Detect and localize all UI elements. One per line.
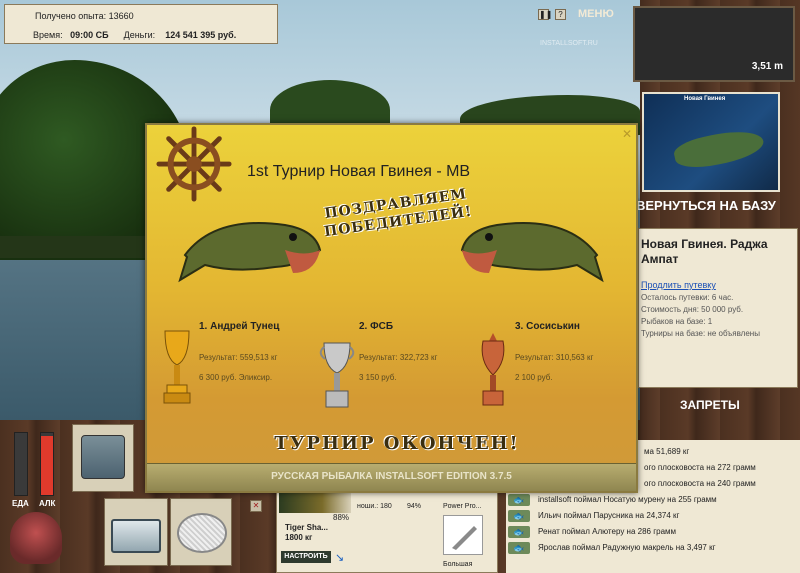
- keepnet-slot[interactable]: [170, 498, 232, 566]
- arrow-icon[interactable]: ↘: [335, 551, 344, 564]
- winner-2-name: 2. ФСБ: [359, 321, 394, 332]
- lure-icon: [452, 526, 477, 550]
- bans-button[interactable]: ЗАПРЕТЫ: [680, 398, 740, 412]
- reel-name: Power Pro...: [443, 503, 482, 510]
- rod-panel: 88% Tiger Sha... 1800 кг НАСТРОИТЬ ↘ нош…: [276, 490, 498, 573]
- ship-wheel-icon: [156, 126, 232, 202]
- experience-label: Получено опыта:: [35, 11, 107, 21]
- watermark: INSTALLSOFT.RU: [540, 40, 598, 47]
- time-label: Время:: [33, 30, 63, 40]
- lure-slot[interactable]: [443, 515, 483, 555]
- winner-3-prize: 2 100 руб.: [515, 373, 553, 382]
- tackle-box-slot[interactable]: [72, 424, 134, 492]
- cooler-icon: [111, 519, 161, 553]
- list-item: 🐟 installsoft поймал Носатую мурену на 2…: [506, 492, 800, 508]
- silver-trophy-icon: [319, 342, 355, 408]
- alcohol-gauge: [40, 432, 54, 496]
- list-item: 🐟 Ильич поймал Парусника на 24,374 кг: [506, 508, 800, 524]
- setup-button[interactable]: НАСТРОИТЬ: [281, 551, 331, 563]
- bronze-trophy-icon: [481, 333, 505, 406]
- winner-1-result: Результат: 559,513 кг: [199, 353, 278, 362]
- map-title: Новая Гвинея: [684, 96, 726, 102]
- alcohol-label: АЛК: [39, 499, 56, 508]
- rod-capacity: 1800 кг: [285, 533, 313, 542]
- money-value: 124 541 395 руб.: [165, 30, 237, 40]
- fish-icon: 🐟: [508, 494, 530, 506]
- depth-value: 3,51 m: [751, 61, 783, 72]
- location-map[interactable]: Новая Гвинея: [642, 92, 780, 192]
- time-value: 09:00 СБ: [70, 30, 109, 40]
- winner-1-name: 1. Андрей Тунец: [199, 321, 280, 332]
- list-item: 🐟 Ярослав поймал Радужную макрель на 3,4…: [506, 540, 800, 556]
- tournament-finished-banner: ТУРНИР ОКОНЧЕН!: [274, 433, 520, 454]
- day-cost: Стоимость дня: 50 000 руб.: [641, 305, 744, 314]
- permit-remaining: Осталось путевки: 6 час.: [641, 293, 734, 302]
- tournaments-status: Турниры на базе: не объявлены: [641, 329, 760, 338]
- location-info-panel: Новая Гвинея. Раджа Ампат Продлить путев…: [638, 228, 798, 388]
- rod-name: Tiger Sha...: [285, 523, 328, 532]
- food-label: ЕДА: [12, 499, 29, 508]
- help-icon[interactable]: ?: [555, 9, 566, 20]
- pike-fish-icon: [460, 222, 604, 283]
- pause-icon[interactable]: ❚❚: [538, 9, 552, 20]
- winner-1-prize: 6 300 руб. Эликсир.: [199, 373, 273, 382]
- fish-icon: 🐟: [508, 510, 530, 522]
- food-gauge: [14, 432, 28, 496]
- fishers-count: Рыбаков на базе: 1: [641, 317, 713, 326]
- list-item: 🐟 Ренат поймал Алютеру на 286 грамм: [506, 524, 800, 540]
- rod-percent: 88%: [333, 513, 350, 522]
- cooler-slot[interactable]: [104, 498, 168, 566]
- gold-trophy-icon: [163, 330, 191, 404]
- back-to-base-button[interactable]: ВЕРНУТЬСЯ НА БАЗУ: [636, 198, 800, 213]
- tournament-title: 1st Турнир Новая Гвинея - МВ: [247, 163, 471, 180]
- alcohol-fill: [41, 436, 53, 495]
- fish-icon: 🐟: [508, 542, 530, 554]
- close-icon[interactable]: ✕: [250, 500, 262, 512]
- money-label: Деньги:: [123, 30, 156, 40]
- location-title: Новая Гвинея. Раджа Ампат: [641, 237, 768, 266]
- dialog-footer: РУССКАЯ РЫБАЛКА INSTALLSOFT EDITION 3.7.…: [147, 463, 636, 491]
- experience-value: 13660: [108, 11, 134, 21]
- tournament-results-dialog: ✕ 1st Турнир Новая Гвинея - МВ ПОЗДРАВЛЯ…: [145, 123, 638, 493]
- extend-permit-link[interactable]: Продлить путевку: [641, 280, 716, 290]
- winner-3-result: Результат: 310,563 кг: [515, 353, 594, 362]
- line-percent: 94%: [407, 503, 422, 510]
- winner-2-result: Результат: 322,723 кг: [359, 353, 438, 362]
- line-stats: ноши.: 180: [357, 503, 392, 510]
- close-icon[interactable]: ✕: [622, 127, 632, 141]
- pike-fish-icon: [178, 222, 322, 283]
- menu-button[interactable]: МЕНЮ: [578, 8, 622, 20]
- rod-icon[interactable]: [279, 493, 351, 513]
- keepnet-icon: [177, 513, 227, 553]
- map-island: [671, 124, 767, 174]
- player-stats-panel: Получено опыта: 13660 Время: 09:00 СБ Де…: [4, 4, 278, 44]
- bait-bucket-icon[interactable]: [10, 512, 62, 564]
- tackle-box-icon: [81, 435, 125, 479]
- winner-2-prize: 3 150 руб.: [359, 373, 397, 382]
- winner-3-name: 3. Сосиськин: [515, 321, 580, 332]
- lure-name: Большая: [443, 561, 473, 568]
- edition-label: РУССКАЯ РЫБАЛКА INSTALLSOFT EDITION 3.7.…: [271, 471, 512, 482]
- depth-display: 3,51 m: [633, 6, 795, 82]
- fish-icon: 🐟: [508, 526, 530, 538]
